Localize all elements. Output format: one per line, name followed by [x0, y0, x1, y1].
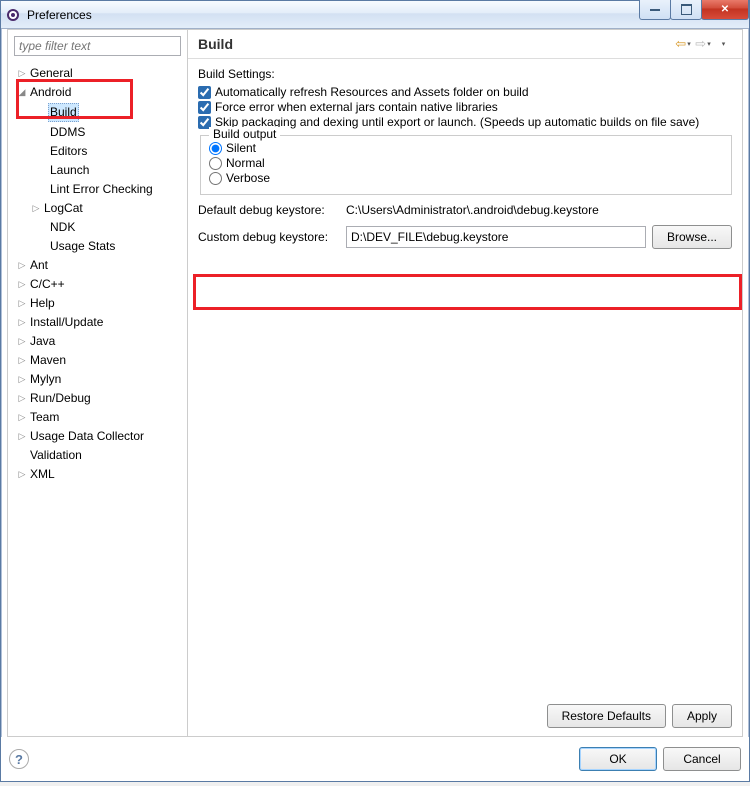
page-build: Build ⇦▾ ⇨▾ ▾ Build Settings: Automatica…: [188, 30, 742, 736]
expand-icon[interactable]: ▷: [16, 314, 28, 331]
forward-button[interactable]: ⇨▾: [694, 36, 712, 52]
dialog-footer: ? OK Cancel: [1, 737, 749, 781]
tree-item-rundebug[interactable]: ▷Run/Debug: [8, 389, 187, 408]
radio-silent[interactable]: Silent: [209, 141, 723, 155]
tree-item-team[interactable]: ▷Team: [8, 408, 187, 427]
tree-item-android[interactable]: ◢Android: [8, 83, 187, 102]
expand-icon[interactable]: ▷: [16, 295, 28, 312]
tree-item-ndk[interactable]: NDK: [8, 218, 187, 237]
radio-verbose[interactable]: Verbose: [209, 171, 723, 185]
help-icon[interactable]: ?: [9, 749, 29, 769]
expand-icon[interactable]: ▷: [30, 200, 42, 217]
tree-item-logcat[interactable]: ▷LogCat: [8, 199, 187, 218]
custom-keystore-label: Custom debug keystore:: [198, 230, 340, 244]
check-force-error[interactable]: Force error when external jars contain n…: [198, 100, 732, 114]
expand-icon[interactable]: ▷: [16, 409, 28, 426]
tree-item-udc[interactable]: ▷Usage Data Collector: [8, 427, 187, 446]
back-arrow-icon: ⇦: [675, 36, 686, 52]
minimize-button[interactable]: [639, 0, 671, 20]
menu-button[interactable]: ▾: [714, 36, 732, 52]
header-toolbar: ⇦▾ ⇨▾ ▾: [674, 36, 732, 52]
default-keystore-row: Default debug keystore: C:\Users\Adminis…: [198, 203, 732, 217]
preferences-tree[interactable]: ▷General ◢Android Build DDMS Editors Lau…: [8, 62, 187, 736]
expand-icon[interactable]: ▷: [16, 257, 28, 274]
page-footer: Restore Defaults Apply: [188, 696, 742, 736]
tree-item-launch[interactable]: Launch: [8, 161, 187, 180]
ok-button[interactable]: OK: [579, 747, 657, 771]
radio-label: Silent: [226, 141, 256, 155]
default-keystore-label: Default debug keystore:: [198, 203, 340, 217]
window-controls: [640, 0, 749, 20]
apply-button[interactable]: Apply: [672, 704, 732, 728]
expand-icon[interactable]: ▷: [16, 466, 28, 483]
build-settings-label: Build Settings:: [198, 67, 732, 81]
expand-icon[interactable]: ▷: [16, 276, 28, 293]
tree-item-mylyn[interactable]: ▷Mylyn: [8, 370, 187, 389]
page-header: Build ⇦▾ ⇨▾ ▾: [188, 30, 742, 59]
dropdown-icon: ▾: [687, 40, 691, 48]
titlebar: Preferences: [1, 1, 749, 29]
expand-icon[interactable]: ▷: [16, 65, 28, 82]
radio-label: Normal: [226, 156, 265, 170]
check-auto-refresh[interactable]: Automatically refresh Resources and Asse…: [198, 85, 732, 99]
tree-item-validation[interactable]: ▷Validation: [8, 446, 187, 465]
expand-icon[interactable]: ▷: [16, 352, 28, 369]
dropdown-icon: ▾: [707, 40, 711, 48]
expand-icon[interactable]: ▷: [16, 371, 28, 388]
browse-button[interactable]: Browse...: [652, 225, 732, 249]
default-keystore-value: C:\Users\Administrator\.android\debug.ke…: [346, 203, 732, 217]
radio[interactable]: [209, 157, 222, 170]
content-area: ▷General ◢Android Build DDMS Editors Lau…: [7, 29, 743, 737]
radio[interactable]: [209, 172, 222, 185]
radio-normal[interactable]: Normal: [209, 156, 723, 170]
filter-input[interactable]: [14, 36, 181, 56]
forward-arrow-icon: ⇨: [695, 36, 706, 52]
window-title: Preferences: [27, 8, 745, 22]
preferences-dialog: Preferences ▷General ◢Android Build DDMS…: [0, 0, 750, 782]
expand-icon[interactable]: ▷: [16, 428, 28, 445]
checkbox[interactable]: [198, 86, 211, 99]
expand-icon[interactable]: ▷: [16, 333, 28, 350]
tree-item-cpp[interactable]: ▷C/C++: [8, 275, 187, 294]
tree-item-maven[interactable]: ▷Maven: [8, 351, 187, 370]
cancel-button[interactable]: Cancel: [663, 747, 741, 771]
group-legend: Build output: [209, 127, 280, 141]
dropdown-icon: ▾: [722, 40, 726, 48]
tree-item-editors[interactable]: Editors: [8, 142, 187, 161]
checkbox[interactable]: [198, 101, 211, 114]
tree-item-build[interactable]: Build: [8, 102, 187, 123]
expand-icon[interactable]: ▷: [16, 390, 28, 407]
custom-keystore-input[interactable]: [346, 226, 646, 248]
settings-body: Build Settings: Automatically refresh Re…: [188, 59, 742, 257]
app-icon: [5, 7, 21, 23]
tree-item-lint[interactable]: Lint Error Checking: [8, 180, 187, 199]
tree-item-ant[interactable]: ▷Ant: [8, 256, 187, 275]
tree-item-ddms[interactable]: DDMS: [8, 123, 187, 142]
collapse-icon[interactable]: ◢: [16, 84, 28, 101]
tree-item-help[interactable]: ▷Help: [8, 294, 187, 313]
radio[interactable]: [209, 142, 222, 155]
page-title: Build: [198, 36, 233, 52]
restore-defaults-button[interactable]: Restore Defaults: [547, 704, 666, 728]
tree-item-general[interactable]: ▷General: [8, 64, 187, 83]
check-label: Skip packaging and dexing until export o…: [215, 115, 699, 129]
check-label: Force error when external jars contain n…: [215, 100, 498, 114]
tree-item-usage-stats[interactable]: Usage Stats: [8, 237, 187, 256]
check-label: Automatically refresh Resources and Asse…: [215, 85, 529, 99]
build-output-group: Build output Silent Normal Verbose: [200, 135, 732, 195]
tree-item-java[interactable]: ▷Java: [8, 332, 187, 351]
tree-item-install[interactable]: ▷Install/Update: [8, 313, 187, 332]
back-button[interactable]: ⇦▾: [674, 36, 692, 52]
radio-label: Verbose: [226, 171, 270, 185]
tree-item-xml[interactable]: ▷XML: [8, 465, 187, 484]
maximize-button[interactable]: [670, 0, 702, 20]
close-button[interactable]: [701, 0, 749, 20]
preferences-tree-panel: ▷General ◢Android Build DDMS Editors Lau…: [8, 30, 188, 736]
custom-keystore-row: Custom debug keystore: Browse...: [198, 225, 732, 249]
